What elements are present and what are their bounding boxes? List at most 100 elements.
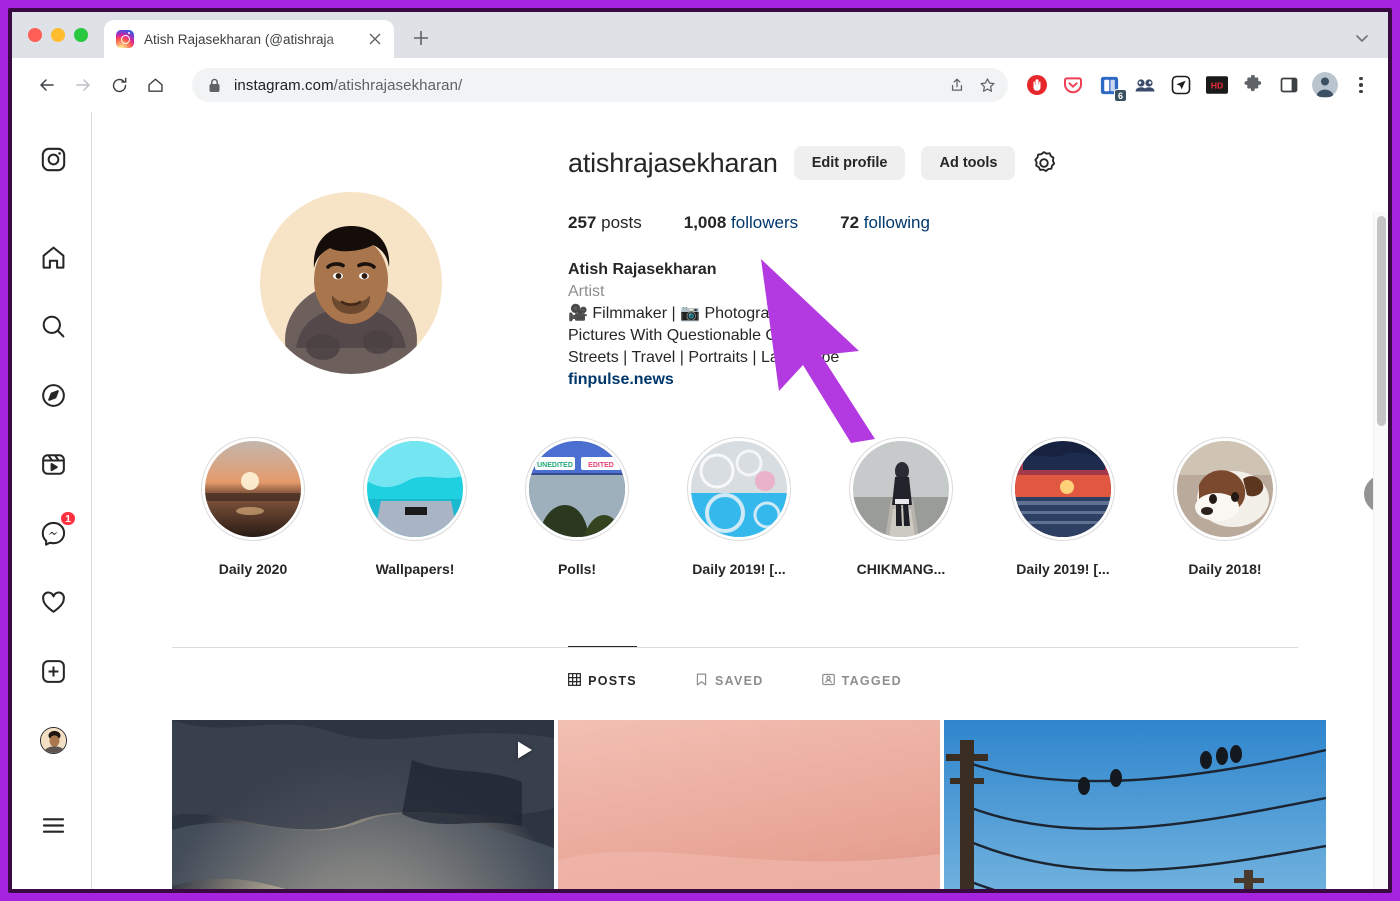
sidepanel-icon[interactable]	[1274, 70, 1304, 100]
highlight-cover	[1015, 441, 1111, 537]
following-label: following	[864, 213, 930, 232]
reload-icon[interactable]	[102, 68, 136, 102]
sidebar-item-more[interactable]	[34, 806, 72, 844]
highlight-label: Daily 2020	[219, 561, 288, 577]
post-thumbnail[interactable]	[944, 720, 1326, 889]
profile-bio: Atish Rajasekharan Artist 🎥 Filmmaker | …	[568, 259, 1188, 391]
people-icon[interactable]	[1130, 70, 1160, 100]
following-count: 72	[840, 213, 859, 232]
sidebar-item-create[interactable]	[34, 652, 72, 690]
sidebar-item-messages[interactable]: 1	[34, 514, 72, 552]
back-arrow-icon[interactable]	[30, 68, 64, 102]
sidebar-item-notifications[interactable]	[34, 583, 72, 621]
kebab-menu-icon[interactable]	[1346, 70, 1376, 100]
full-name: Atish Rajasekharan	[568, 259, 1188, 281]
browser-profile-avatar[interactable]	[1312, 72, 1338, 98]
maximize-window-button[interactable]	[74, 28, 88, 42]
tab-saved[interactable]: SAVED	[695, 647, 764, 699]
highlight-cover: UNEDITED EDITED	[529, 441, 625, 537]
share-icon[interactable]	[942, 70, 972, 100]
stat-following[interactable]: 72 following	[840, 213, 930, 233]
profile-header-row: atishrajasekharan Edit profile Ad tools	[568, 142, 1188, 184]
ad-tools-button[interactable]: Ad tools	[921, 146, 1015, 180]
close-icon[interactable]	[364, 28, 386, 50]
highlight-item[interactable]: Daily 2019! [...	[982, 437, 1144, 577]
posts-count: 257	[568, 213, 596, 232]
page-scrollbar[interactable]	[1373, 212, 1388, 889]
chevron-down-icon[interactable]	[1348, 24, 1376, 52]
sidebar-item-reels[interactable]	[34, 445, 72, 483]
scrollbar-thumb[interactable]	[1377, 216, 1386, 426]
sidebar-item-profile[interactable]	[34, 721, 72, 759]
hd-icon[interactable]: HD	[1202, 70, 1232, 100]
highlight-cover	[1177, 441, 1273, 537]
highlight-ring	[201, 437, 305, 541]
puzzle-icon[interactable]	[1238, 70, 1268, 100]
followers-count: 1,008	[684, 213, 727, 232]
browser-tab[interactable]: Atish Rajasekharan (@atishraja	[104, 20, 394, 58]
highlight-item[interactable]: Daily 2018!	[1144, 437, 1306, 577]
posts-grid	[172, 720, 1326, 889]
minimize-window-button[interactable]	[51, 28, 65, 42]
story-highlights: Daily 2020 Wallpapers! UNEDITED EDITED Po…	[172, 437, 1306, 577]
tab-posts[interactable]: POSTS	[568, 646, 637, 698]
highlight-item[interactable]: CHIKMANG...	[820, 437, 982, 577]
forward-arrow-icon[interactable]	[66, 68, 100, 102]
sidebar-item-explore[interactable]	[34, 376, 72, 414]
profile-category: Artist	[568, 281, 1188, 303]
highlight-ring: UNEDITED EDITED	[525, 437, 629, 541]
stat-followers[interactable]: 1,008 followers	[684, 213, 798, 233]
highlight-ring	[1011, 437, 1115, 541]
messages-badge: 1	[59, 510, 77, 527]
profile-website-link[interactable]: finpulse.news	[568, 369, 1188, 391]
instagram-logo-icon[interactable]	[34, 140, 72, 178]
highlight-cover	[853, 441, 949, 537]
post-thumbnail[interactable]	[558, 720, 940, 889]
highlight-item[interactable]: Daily 2019! [...	[658, 437, 820, 577]
url-domain: instagram.com	[234, 77, 334, 94]
bio-line-2: Pictures With Questionable Captions	[568, 325, 1188, 347]
profile-main: atishrajasekharan Edit profile Ad tools …	[92, 112, 1388, 889]
profile-info: atishrajasekharan Edit profile Ad tools …	[568, 142, 1188, 391]
lock-icon	[208, 78, 221, 93]
grid-icon	[568, 673, 581, 689]
svg-text:HD: HD	[1211, 81, 1224, 91]
annotation-frame: Atish Rajasekharan (@atishraja	[0, 0, 1400, 901]
highlight-label: CHIKMANG...	[857, 561, 946, 577]
highlight-label: Daily 2018!	[1188, 561, 1261, 577]
browser-window: Atish Rajasekharan (@atishraja	[12, 12, 1388, 889]
gear-icon[interactable]	[1031, 150, 1057, 176]
home-icon[interactable]	[138, 68, 172, 102]
instagram-nav-rail: 1	[12, 112, 92, 889]
stat-posts[interactable]: 257 posts	[568, 213, 642, 233]
post-thumbnail[interactable]	[172, 720, 554, 889]
pocket-icon[interactable]	[1058, 70, 1088, 100]
tab-strip: Atish Rajasekharan (@atishraja	[12, 12, 1388, 58]
highlight-ring	[687, 437, 791, 541]
sidebar-item-search[interactable]	[34, 307, 72, 345]
profile-tabs: POSTS SAVED TAGGED	[172, 647, 1298, 699]
highlight-item[interactable]: UNEDITED EDITED Polls!	[496, 437, 658, 577]
sidebar-item-home[interactable]	[34, 238, 72, 276]
highlight-item[interactable]: Daily 2020	[172, 437, 334, 577]
send-icon[interactable]	[1166, 70, 1196, 100]
highlight-ring	[849, 437, 953, 541]
highlight-item[interactable]: Wallpapers!	[334, 437, 496, 577]
profile-photo[interactable]	[260, 192, 442, 374]
bookmark-icon	[695, 673, 708, 689]
star-icon[interactable]	[972, 70, 1002, 100]
highlight-label: Polls!	[558, 561, 596, 577]
close-window-button[interactable]	[28, 28, 42, 42]
edit-profile-button[interactable]: Edit profile	[794, 146, 906, 180]
new-tab-button[interactable]	[404, 21, 438, 55]
browser-toolbar: instagram.com/atishrajasekharan/ 6 HD	[12, 58, 1388, 112]
svg-text:EDITED: EDITED	[588, 462, 614, 469]
page-title: atishrajasekharan	[568, 148, 778, 179]
tab-saved-label: SAVED	[715, 674, 764, 688]
tab-tagged[interactable]: TAGGED	[822, 647, 902, 699]
adblock-icon[interactable]	[1022, 70, 1052, 100]
address-bar[interactable]: instagram.com/atishrajasekharan/	[192, 68, 1008, 102]
highlight-ring	[1173, 437, 1277, 541]
notes-icon[interactable]: 6	[1094, 70, 1124, 100]
svg-text:UNEDITED: UNEDITED	[537, 462, 573, 469]
